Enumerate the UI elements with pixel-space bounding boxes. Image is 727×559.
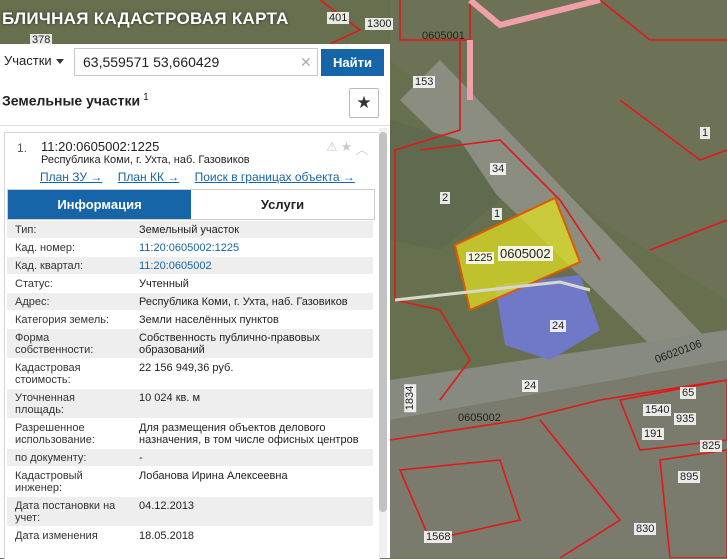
info-row: Статус: Учтенный: [7, 275, 373, 293]
card-links: План ЗУ → План КК → Поиск в границах объ…: [40, 170, 367, 184]
info-row: по документу: -: [7, 449, 373, 467]
info-row: Дата изменения 18.05.2018: [7, 527, 373, 545]
card-actions: ⚠ ★ ︿: [326, 139, 368, 158]
info-row: Уточненная площадь: 10 024 кв. м: [7, 389, 373, 419]
scroll-thumb[interactable]: [379, 132, 387, 512]
info-key: Статус:: [15, 278, 53, 290]
info-value: Собственность публично-правовых образова…: [139, 332, 321, 356]
info-value: 04.12.2013: [139, 500, 195, 512]
map-parcel-label: 0605001: [422, 30, 465, 42]
map-parcel-label: 24: [550, 320, 567, 332]
info-table: Тип: Земельный участок Кад. номер: 11:20:06…: [7, 221, 373, 545]
divider: [0, 125, 390, 126]
panel-scrollbar[interactable]: [379, 128, 387, 558]
info-row: Кад. номер: 11:20:0605002:1225: [7, 239, 373, 257]
result-count: 1: [143, 92, 149, 103]
card-index: 1.: [17, 141, 28, 155]
panel-title: Земельные участки 1: [2, 92, 149, 109]
info-value[interactable]: 11:20:0605002: [128, 257, 373, 274]
map-parcel-label: 935: [674, 413, 697, 425]
info-value: Для размещения объектов делового назначе…: [139, 422, 359, 446]
info-value: Республика Коми, г. Ухта, наб. Газовиков: [139, 296, 348, 308]
star-icon: ★: [356, 93, 372, 112]
object-type-dropdown[interactable]: Участки: [4, 53, 64, 73]
search-input[interactable]: [74, 48, 318, 76]
info-key: Адрес:: [15, 296, 50, 308]
info-key: Кадастровая стоимость:: [15, 362, 81, 386]
info-row: Форма собственности: Собственность публич…: [7, 329, 373, 359]
info-row: Кад. квартал: 11:20:0605002: [7, 257, 373, 275]
info-row: Адрес: Республика Коми, г. Ухта, наб. Газ…: [7, 293, 373, 311]
map-parcel-label: 34: [490, 163, 507, 175]
info-value: 18.05.2018: [139, 530, 195, 542]
info-value[interactable]: 11:20:0605002:1225: [128, 239, 373, 256]
plan-kk-link[interactable]: План КК →: [118, 170, 180, 184]
map-parcel-label: 2: [440, 192, 451, 204]
chevron-down-icon: [55, 59, 64, 65]
info-row: Тип: Земельный участок: [7, 221, 373, 239]
map-parcel-label: 1834: [404, 383, 417, 413]
card-address: Республика Коми, г. Ухта, наб. Газовиков: [41, 154, 250, 166]
map-parcel-label: 895: [678, 471, 701, 483]
tab-services[interactable]: Услуги: [191, 190, 374, 219]
info-value: -: [139, 452, 143, 464]
info-value: 10 024 кв. м: [139, 392, 201, 404]
info-key: Уточненная площадь:: [15, 392, 75, 416]
results-panel: Земельные участки 1 ★ 1. 11:20:0605002:12…: [0, 82, 390, 559]
info-value: Земельный участок: [139, 224, 240, 236]
map-parcel-label: 830: [634, 523, 657, 535]
info-key: Разрешенное использование:: [15, 422, 95, 446]
info-key: Кадастровый инженер:: [15, 470, 83, 494]
map-parcel-label: 1568: [424, 531, 453, 543]
tab-information[interactable]: Информация: [8, 190, 191, 219]
info-row: Дата постановки на учет: 04.12.2013: [7, 497, 373, 527]
map-parcel-label: 153: [413, 76, 436, 88]
map-parcel-label: 1540: [643, 404, 672, 416]
warning-icon[interactable]: ⚠: [326, 139, 338, 158]
map-parcel-label: 65: [680, 387, 697, 399]
info-value: Учтенный: [139, 278, 189, 290]
map-parcel-label: 0605002: [498, 246, 553, 261]
app-title: БЛИЧНАЯ КАДАСТРОВАЯ КАРТА: [2, 9, 289, 28]
info-key: Кад. номер:: [15, 242, 76, 254]
plan-zu-link[interactable]: План ЗУ →: [40, 170, 102, 184]
map-parcel-label: 0605002: [458, 412, 501, 424]
object-type-label: Участки: [4, 53, 52, 68]
search-button[interactable]: Найти: [321, 49, 384, 76]
map-parcel-label: 191: [642, 428, 665, 440]
map-parcel-label: 1: [492, 208, 503, 220]
info-key: Тип:: [15, 224, 37, 236]
info-value: Лобанова Ирина Алексеевна: [139, 470, 288, 482]
info-key: Категория земель:: [15, 314, 110, 326]
info-row: Кадастровый инженер: Лобанова Ирина Алекс…: [7, 467, 373, 497]
info-value: Земли населённых пунктов: [139, 314, 279, 326]
info-key: Форма собственности:: [15, 332, 94, 356]
info-key: Дата изменения: [15, 530, 98, 542]
map-parcel-label: 825: [700, 440, 723, 452]
chevron-up-icon[interactable]: ︿: [355, 139, 368, 158]
info-row: Кадастровая стоимость: 22 156 949,36 руб.: [7, 359, 373, 389]
info-key: Кад. квартал:: [15, 260, 84, 272]
info-key: по документу:: [15, 452, 87, 464]
search-bar: Участки ✕ Найти: [0, 44, 390, 83]
search-in-bounds-link[interactable]: Поиск в границах объекта →: [195, 170, 355, 184]
info-key: Дата постановки на учет:: [15, 500, 116, 524]
info-row: Разрешенное использование: Для размещения…: [7, 419, 373, 449]
info-row: Категория земель: Земли населённых пункто…: [7, 311, 373, 329]
panel-title-text: Земельные участки: [2, 92, 141, 109]
close-icon[interactable]: ✕: [300, 54, 312, 71]
map-parcel-label: 24: [522, 380, 539, 392]
map-parcel-label: 1: [700, 127, 711, 139]
favorites-button[interactable]: ★: [349, 88, 379, 118]
info-value: 22 156 949,36 руб.: [139, 362, 234, 374]
star-icon[interactable]: ★: [341, 139, 353, 158]
parcel-card: 1. 11:20:0605002:1225 Республика Коми, г…: [4, 132, 380, 559]
card-cadastral-number: 11:20:0605002:1225: [41, 139, 160, 154]
card-tabs: Информация Услуги: [7, 189, 375, 220]
map-parcel-label: 1225: [466, 252, 495, 264]
